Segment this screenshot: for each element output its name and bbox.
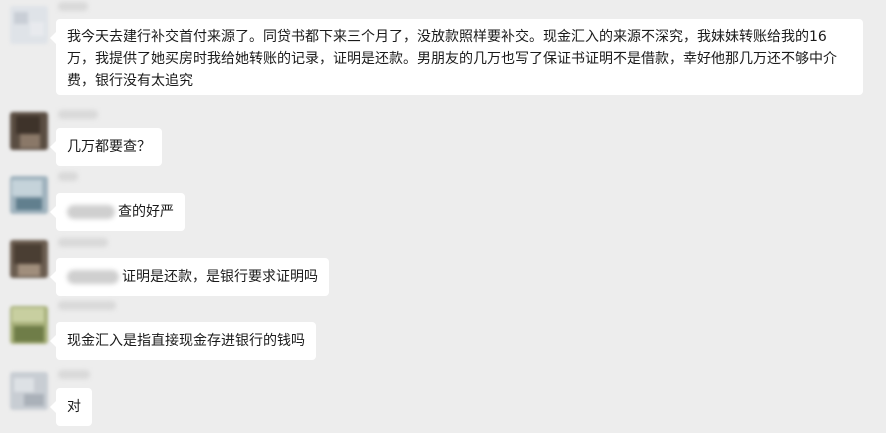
- chat-history: 我今天去建行补交首付来源了。同贷书都下来三个月了，没放款照样要补交。现金汇入的来…: [0, 0, 886, 433]
- chat-message: 几万都要查？: [0, 108, 886, 168]
- message-text: 几万都要查？: [67, 139, 151, 155]
- message-bubble[interactable]: 查的好严: [50, 193, 185, 231]
- message-bubble[interactable]: 现金汇入是指直接现金存进银行的钱吗: [50, 322, 316, 360]
- chat-message: 现金汇入是指直接现金存进银行的钱吗: [0, 298, 886, 360]
- avatar[interactable]: [10, 112, 48, 150]
- message-bubble[interactable]: 证明是还款，是银行要求证明吗: [50, 258, 329, 296]
- sender-name: [58, 172, 78, 181]
- avatar[interactable]: [10, 306, 48, 344]
- message-text: 现金汇入是指直接现金存进银行的钱吗: [67, 333, 305, 349]
- sender-name: [58, 238, 108, 247]
- sender-name: [58, 110, 98, 119]
- redacted-text: [67, 205, 115, 219]
- avatar[interactable]: [10, 176, 48, 214]
- avatar[interactable]: [10, 372, 48, 410]
- message-bubble[interactable]: 几万都要查？: [50, 128, 162, 166]
- message-text: 我今天去建行补交首付来源了。同贷书都下来三个月了，没放款照样要补交。现金汇入的来…: [67, 29, 837, 89]
- message-text: 查的好严: [118, 204, 174, 220]
- redacted-text: [67, 270, 119, 284]
- chat-message: 查的好严: [0, 170, 886, 231]
- chat-message: 我今天去建行补交首付来源了。同贷书都下来三个月了，没放款照样要补交。现金汇入的来…: [0, 0, 886, 100]
- message-bubble[interactable]: 对: [50, 388, 92, 426]
- avatar[interactable]: [10, 240, 48, 278]
- sender-name: [58, 301, 116, 310]
- sender-name: [58, 370, 90, 379]
- sender-name: [58, 2, 88, 11]
- chat-message: 证明是还款，是银行要求证明吗: [0, 236, 886, 296]
- avatar[interactable]: [10, 6, 48, 44]
- message-text: 证明是还款，是银行要求证明吗: [122, 269, 318, 285]
- message-text: 对: [67, 399, 81, 415]
- chat-message: 对: [0, 366, 886, 428]
- message-bubble[interactable]: 我今天去建行补交首付来源了。同贷书都下来三个月了，没放款照样要补交。现金汇入的来…: [50, 19, 863, 95]
